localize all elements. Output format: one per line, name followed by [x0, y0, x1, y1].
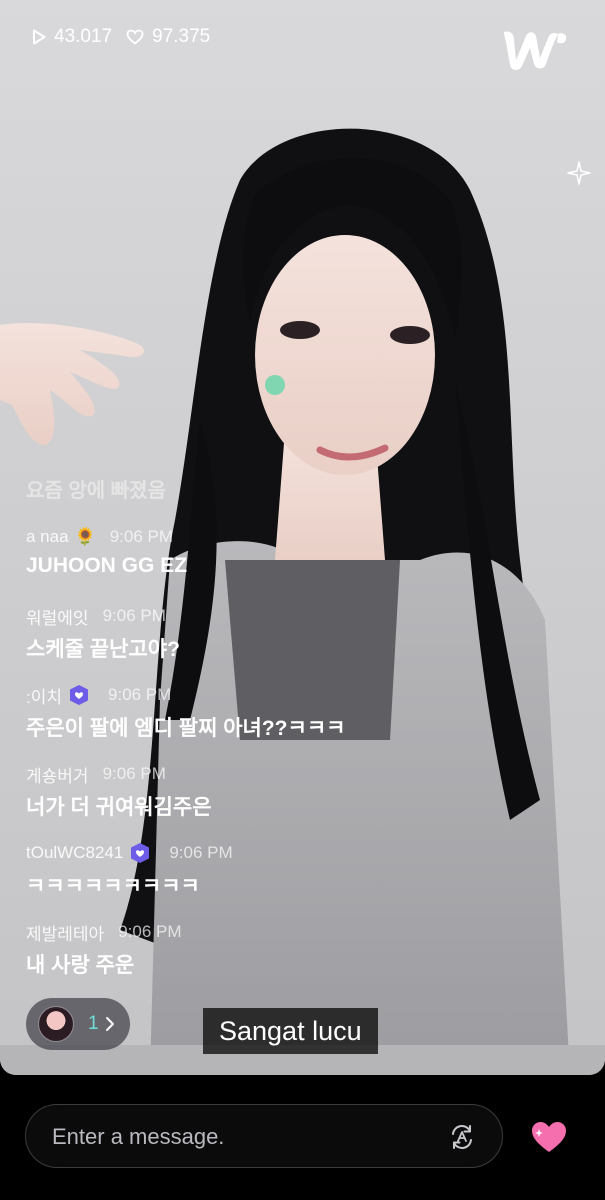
chat-meta: tOulWC8241 9:06 PM: [26, 840, 586, 866]
heart-outline-icon: [126, 29, 144, 45]
avatar: [38, 1006, 74, 1042]
chat-text: ㅋㅋㅋㅋㅋㅋㅋㅋㅋ: [26, 875, 200, 898]
chat-username[interactable]: :이치: [26, 683, 62, 708]
chat-message[interactable]: 제발레테아 9:06 PM 내 사랑 주운: [26, 919, 586, 998]
chat-meta: 제발레테아 9:06 PM: [26, 919, 586, 945]
chat-timestamp: 9:06 PM: [108, 685, 172, 704]
membership-badge-icon: [131, 843, 150, 863]
like-count-value: 97.375: [152, 26, 211, 47]
live-video[interactable]: 43.017 97.375 요즘 앙에 빠졌음 a naa 🌻 9:06 PM JUH…: [0, 0, 605, 1075]
username-emoji: 🌻: [74, 527, 96, 546]
chevron-right-icon: [105, 1017, 114, 1031]
send-heart-button[interactable]: [530, 1120, 568, 1154]
chat-text: 내 사랑 주운: [26, 954, 135, 977]
chat-message[interactable]: tOulWC8241 9:06 PM ㅋㅋㅋㅋㅋㅋㅋㅋㅋ: [26, 840, 586, 919]
chat-message[interactable]: a naa 🌻 9:06 PM JUHOON GG EZ: [26, 524, 586, 603]
chat-username[interactable]: tOulWC8241: [26, 843, 123, 863]
weverse-logo[interactable]: [500, 22, 570, 76]
chat-meta: a naa 🌻 9:06 PM: [26, 524, 586, 550]
message-input-bar[interactable]: [25, 1104, 503, 1168]
chat-timestamp: 9:06 PM: [102, 606, 166, 625]
chat-message[interactable]: 게숑버거 9:06 PM 너가 더 귀여워김주은: [26, 761, 586, 840]
chat-text: 스케줄 끝난고야?: [26, 638, 180, 661]
chat-username[interactable]: 게숑버거: [26, 762, 89, 787]
chat-text: 너가 더 귀여워김주은: [26, 796, 212, 819]
stream-stats: 43.017 97.375: [32, 26, 210, 48]
chat-meta: 워럴에잇 9:06 PM: [26, 603, 586, 629]
viewer-list-button[interactable]: 1: [26, 998, 130, 1050]
chat-message[interactable]: 워럴에잇 9:06 PM 스케줄 끝난고야?: [26, 603, 586, 682]
message-input[interactable]: [50, 1105, 434, 1168]
chat-text: JUHOON GG EZ: [26, 554, 188, 577]
pinned-notice: 요즘 앙에 빠졌음: [26, 480, 166, 502]
like-count: 97.375: [126, 26, 210, 48]
translate-icon[interactable]: [448, 1123, 476, 1151]
play-count-value: 43.017: [54, 26, 113, 47]
chat-timestamp: 9:06 PM: [169, 843, 233, 862]
play-count: 43.017: [32, 26, 112, 48]
chat-username[interactable]: 워럴에잇: [26, 604, 89, 629]
sparkle-icon: [567, 161, 591, 185]
subtitle-caption: Sangat lucu: [203, 1008, 378, 1054]
chat-timestamp: 9:06 PM: [118, 922, 182, 941]
chat-timestamp: 9:06 PM: [102, 764, 166, 783]
viewer-count: 1: [88, 1013, 99, 1034]
chat-meta: :이치 9:06 PM: [26, 682, 586, 708]
chat-text: 주은이 팔에 엠디 팔찌 아녀??ㅋㅋㅋ: [26, 717, 346, 740]
chat-username[interactable]: 제발레테아: [26, 920, 104, 945]
chat-username[interactable]: a naa: [26, 527, 69, 547]
membership-badge-icon: [70, 685, 89, 705]
play-icon: [33, 29, 46, 45]
chat-timestamp: 9:06 PM: [109, 527, 174, 546]
chat-message[interactable]: :이치 9:06 PM 주은이 팔에 엠디 팔찌 아녀??ㅋㅋㅋ: [26, 682, 586, 761]
chat-list[interactable]: a naa 🌻 9:06 PM JUHOON GG EZ 워럴에잇 9:06 PM 스케줄 …: [26, 524, 586, 998]
chat-meta: 게숑버거 9:06 PM: [26, 761, 586, 787]
